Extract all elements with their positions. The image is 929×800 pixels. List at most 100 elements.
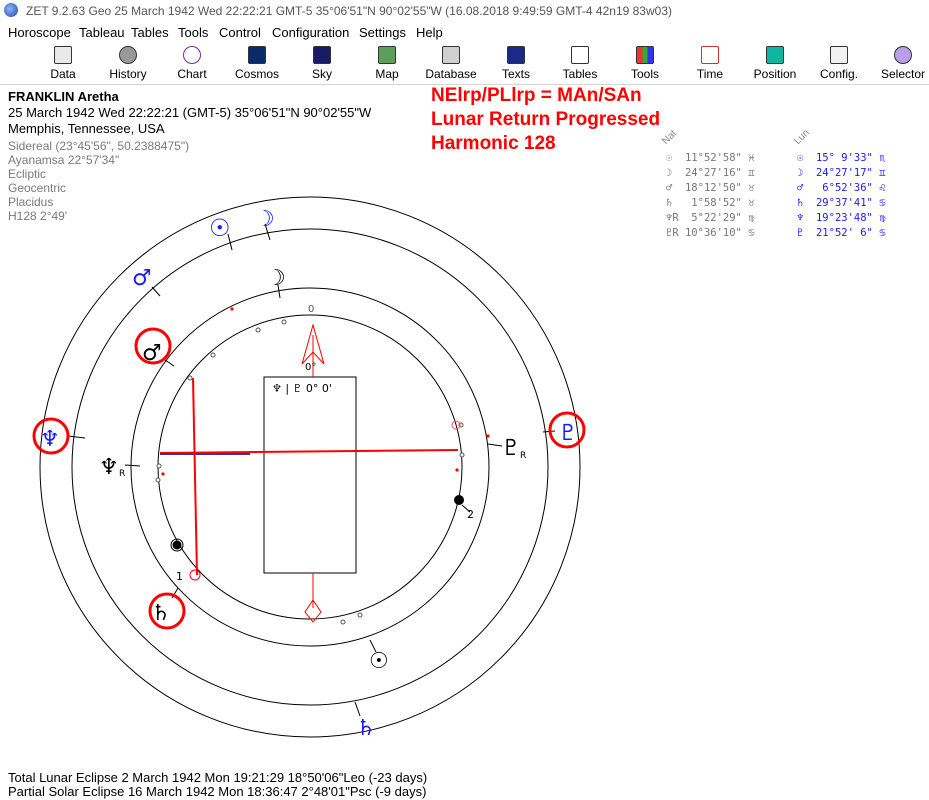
history-icon — [119, 46, 137, 64]
planet-glyph: ♆R — [666, 212, 679, 224]
cusp-label-2: 2 — [467, 508, 474, 521]
neptune-icon: ♆ — [40, 427, 60, 452]
toolbar-time-button[interactable]: Time — [693, 46, 727, 84]
menu-bar: Horoscope Tableau Tables Tools Control C… — [0, 23, 929, 43]
toolbar-tables-button[interactable]: Tables — [560, 46, 600, 84]
toolbar-selector-label: Selector — [880, 67, 926, 81]
menu-configuration[interactable]: Configuration — [272, 25, 349, 40]
toolbar-position-label: Position — [753, 67, 797, 81]
toolbar-database-button[interactable]: Database — [425, 46, 477, 84]
lunar-eclipse-line: Total Lunar Eclipse 2 March 1942 Mon 19:… — [8, 770, 428, 785]
point-marker — [155, 477, 161, 483]
eclipse-info: Total Lunar Eclipse 2 March 1942 Mon 19:… — [8, 771, 427, 799]
red-point-marker — [161, 472, 165, 476]
position-value: 5°22'29" — [684, 212, 742, 224]
position-value: 19°23'48" — [815, 212, 873, 224]
menu-tools[interactable]: Tools — [178, 25, 208, 40]
center-box — [263, 376, 357, 574]
toolbar-position-button[interactable]: Position — [752, 46, 798, 84]
moon-icon: ☽ — [266, 266, 286, 291]
tables-icon — [571, 46, 589, 64]
toolbar-database-label: Database — [425, 67, 477, 81]
planet-glyph: ♇ — [797, 227, 804, 239]
table-row: ♂ 6°52'36" ♌ — [797, 181, 886, 196]
position-value: 15° 9'33" — [815, 152, 873, 164]
table-row: ☽ 24°27'16" ♊ — [666, 166, 755, 181]
toolbar-history-label: History — [109, 67, 147, 81]
toolbar-chart-label: Chart — [177, 67, 207, 81]
toolbar-map-label: Map — [375, 67, 399, 81]
toolbar-texts-button[interactable]: Texts — [498, 46, 534, 84]
position-value: 18°12'50" — [684, 182, 742, 194]
table-row: ☽ 24°27'17" ♊ — [797, 166, 886, 181]
map-icon — [378, 46, 396, 64]
toolbar-tools-button[interactable]: Tools — [627, 46, 663, 84]
toolbar-config-button[interactable]: Config. — [819, 46, 859, 84]
filled-point-marker — [454, 495, 464, 505]
harmonic-line: Harmonic 128 — [431, 133, 556, 154]
toolbar-sky-button[interactable]: Sky — [304, 46, 340, 84]
position-value: 29°37'41" — [815, 197, 873, 209]
toolbar-time-label: Time — [696, 67, 724, 81]
toolbar-map-button[interactable]: Map — [369, 46, 405, 84]
toolbar-sky-label: Sky — [311, 67, 332, 81]
tick-line — [124, 464, 141, 467]
chart-wheel[interactable]: ♆ | ♇ 0° 0' 0 0° 2 1 ☉ ☽ ♂ ♆ ♇ ♄ ☽ ♂ ♆ R… — [0, 180, 660, 765]
table-row: ♆R 5°22'29" ♍ — [666, 211, 755, 226]
point-marker — [156, 463, 162, 469]
position-value: 10°36'10" — [684, 227, 742, 239]
tick-line — [487, 443, 503, 447]
planet-glyph: ☉ — [666, 152, 673, 164]
person-header: FRANKLIN Aretha 25 March 1942 Wed 22:22:… — [8, 89, 371, 137]
toolbar: Data History Chart Cosmos Sky Map Databa… — [0, 44, 929, 85]
sign-glyph: ♋ — [879, 227, 886, 239]
toolbar-cosmos-button[interactable]: Cosmos — [234, 46, 280, 84]
toolbar-selector-button[interactable]: Selector — [879, 46, 927, 84]
pluto-icon: ♇ — [501, 436, 521, 461]
return-type-line: Lunar Return Progressed — [431, 109, 661, 130]
menu-help[interactable]: Help — [416, 25, 443, 40]
toolbar-cosmos-label: Cosmos — [234, 67, 279, 81]
table-row: ☉ 11°52'58" ♓ — [666, 151, 755, 166]
data-icon — [54, 46, 72, 64]
red-ring-marker — [189, 569, 201, 581]
planet-glyph: ♂ — [666, 182, 673, 194]
menu-horoscope[interactable]: Horoscope — [8, 25, 71, 40]
menu-tableau[interactable]: Tableau — [79, 25, 125, 40]
ayanamsa-setting: Ayanamsa 22°57'34" — [8, 153, 120, 167]
point-marker — [281, 319, 287, 325]
sign-glyph: ♍ — [748, 212, 755, 224]
tools-icon — [636, 46, 654, 64]
config-icon — [830, 46, 848, 64]
cosmos-icon — [248, 46, 266, 64]
toolbar-chart-button[interactable]: Chart — [172, 46, 212, 84]
menu-settings[interactable]: Settings — [359, 25, 406, 40]
sign-glyph: ♉ — [748, 182, 755, 194]
sign-glyph: ♍ — [879, 212, 886, 224]
toolbar-data-button[interactable]: Data — [44, 46, 82, 84]
window-title: ZET 9.2.63 Geo 25 March 1942 Wed 22:22:2… — [26, 4, 672, 18]
position-value: 24°27'16" — [684, 167, 742, 179]
chart-icon — [183, 46, 201, 64]
sky-icon — [313, 46, 331, 64]
position-value: 6°52'36" — [815, 182, 873, 194]
sign-glyph: ♊ — [748, 167, 755, 179]
table-row: ♄ 1°58'52" ♉ — [666, 196, 755, 211]
position-value: 21°52' 6" — [815, 227, 873, 239]
top-zero-label: 0 — [308, 304, 314, 315]
red-point-marker — [230, 307, 234, 311]
mars-icon: ♂ — [132, 266, 152, 291]
menu-control[interactable]: Control — [219, 25, 261, 40]
planet-glyph: ♂ — [797, 182, 804, 194]
sign-glyph: ♓ — [748, 152, 755, 164]
point-marker — [357, 612, 363, 618]
solar-eclipse-line: Partial Solar Eclipse 16 March 1942 Mon … — [8, 784, 427, 799]
toolbar-texts-label: Texts — [501, 67, 530, 81]
filled-point-marker — [172, 540, 182, 550]
table-row: ☉ 15° 9'33" ♏ — [797, 151, 886, 166]
toolbar-history-button[interactable]: History — [106, 46, 150, 84]
pluto-icon: ♇ — [558, 421, 578, 446]
menu-tables[interactable]: Tables — [131, 25, 169, 40]
moon-icon: ☽ — [255, 207, 275, 232]
red-point-marker — [455, 468, 459, 472]
